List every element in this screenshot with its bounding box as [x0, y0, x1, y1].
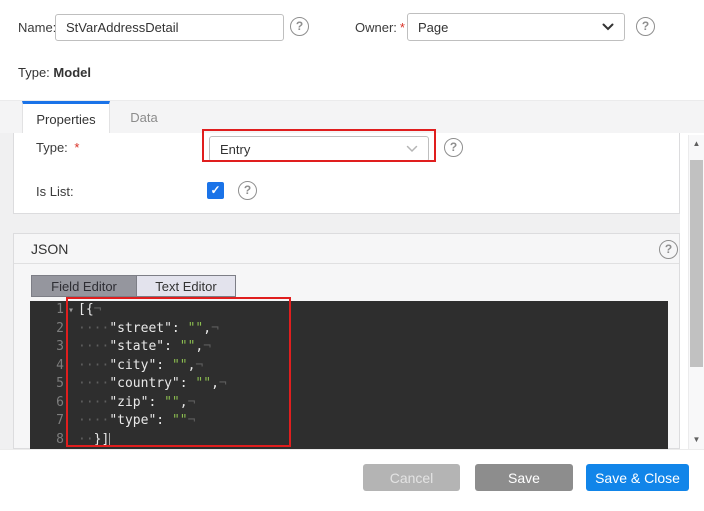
- type-field-label-text: Type:: [36, 140, 68, 155]
- code-line: 7····"type": ""¬: [30, 412, 668, 431]
- footer: Cancel Save Save & Close: [0, 449, 704, 511]
- owner-required-mark: *: [400, 20, 405, 35]
- code-line: 3····"state": "",¬: [30, 338, 668, 357]
- type-required-mark: *: [74, 140, 79, 155]
- code-line: 8··}]: [30, 431, 668, 450]
- code-lines: 1▾[{¬2····"street": "",¬3····"state": ""…: [30, 301, 668, 449]
- chevron-down-icon: [602, 23, 614, 31]
- variable-editor-dialog: Name:* ? Owner:* Page ? Type: Model Prop…: [0, 0, 704, 511]
- json-code-editor[interactable]: 1▾[{¬2····"street": "",¬3····"state": ""…: [30, 301, 668, 449]
- editor-mode-toggle: Field Editor Text Editor: [31, 275, 236, 297]
- code-line: 6····"zip": "",¬: [30, 394, 668, 413]
- variable-type-label: Type:: [18, 65, 50, 80]
- type-select[interactable]: Entry: [209, 136, 429, 162]
- cancel-button[interactable]: Cancel: [363, 464, 460, 491]
- json-section-title: JSON: [31, 241, 68, 257]
- scroll-down-icon[interactable]: ▼: [689, 433, 704, 447]
- scrollbar-thumb[interactable]: [690, 160, 703, 367]
- type-select-value: Entry: [220, 142, 250, 157]
- save-button[interactable]: Save: [475, 464, 573, 491]
- type-field-label: Type: *: [36, 140, 79, 155]
- name-input[interactable]: [55, 14, 284, 41]
- type-help-icon[interactable]: ?: [444, 138, 463, 157]
- json-section-header: JSON ?: [14, 234, 679, 264]
- owner-help-icon[interactable]: ?: [636, 17, 655, 36]
- code-line: 2····"street": "",¬: [30, 320, 668, 339]
- properties-panel: Type: * Entry ? Is List: ✓ ?: [13, 133, 680, 214]
- text-editor-button[interactable]: Text Editor: [136, 276, 235, 296]
- owner-select-value: Page: [418, 20, 448, 35]
- owner-label-text: Owner:: [355, 20, 397, 35]
- json-section: JSON ? Field Editor Text Editor 1▾[{¬2··…: [13, 233, 680, 449]
- owner-select[interactable]: Page: [407, 13, 625, 41]
- tab-data[interactable]: Data: [110, 101, 178, 134]
- name-help-icon[interactable]: ?: [290, 17, 309, 36]
- scroll-up-icon[interactable]: ▲: [689, 137, 704, 151]
- save-and-close-button[interactable]: Save & Close: [586, 464, 689, 491]
- variable-type-line: Type: Model: [18, 65, 91, 80]
- code-line: 1▾[{¬: [30, 301, 668, 320]
- code-line: 4····"city": "",¬: [30, 357, 668, 376]
- tab-properties[interactable]: Properties: [22, 101, 110, 134]
- vertical-scrollbar: ▲ ▼: [688, 135, 704, 449]
- field-editor-button[interactable]: Field Editor: [32, 276, 136, 296]
- owner-label: Owner:*: [355, 20, 405, 35]
- name-label-text: Name:: [18, 20, 56, 35]
- json-help-icon[interactable]: ?: [659, 240, 678, 259]
- is-list-checkbox[interactable]: ✓: [207, 182, 224, 199]
- variable-type-value: Model: [53, 65, 91, 80]
- is-list-label: Is List:: [36, 184, 74, 199]
- fold-arrow-icon[interactable]: ▾: [64, 302, 78, 321]
- is-list-help-icon[interactable]: ?: [238, 181, 257, 200]
- tab-bar: Properties Data: [0, 100, 704, 133]
- chevron-down-icon: [406, 145, 418, 153]
- code-line: 5····"country": "",¬: [30, 375, 668, 394]
